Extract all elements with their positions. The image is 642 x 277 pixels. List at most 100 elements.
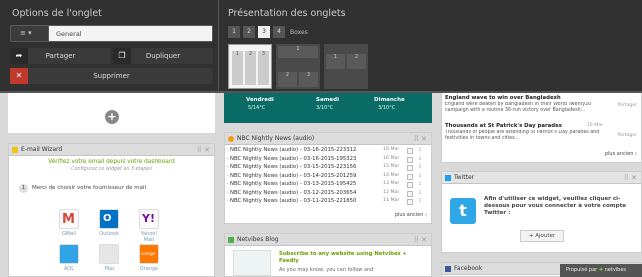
nbc-item-title[interactable]: NBC Nightly News (audio) - 03-14-2015-20… <box>230 173 356 179</box>
weather-day-1: Vendredi <box>246 97 274 103</box>
column-count-3[interactable]: 3 <box>258 26 270 38</box>
download-icon[interactable]: ⇩ <box>418 164 422 170</box>
widget-controls[interactable]: ⠿ ✕ <box>414 234 427 246</box>
play-icon[interactable] <box>407 156 413 163</box>
nbc-list: • NBC Nightly News (audio) - 03-16-2015-2… <box>225 147 431 209</box>
widget-controls[interactable]: ⠿ ✕ <box>414 133 427 145</box>
weather-day-3: Dimanche <box>374 97 405 103</box>
orange-option[interactable]: orange Orange <box>139 244 159 272</box>
news-item-2-date: 16 Mar <box>587 123 603 128</box>
column-count-1[interactable]: 1 <box>228 26 240 38</box>
duplicate-icon: ❐ <box>113 48 131 64</box>
nbc-item-date: 14 Mar <box>383 172 400 178</box>
twitter-widget: Twitter ⠿ ✕ t Afin d'utiliser ce widget,… <box>441 171 642 253</box>
bullet-icon: • <box>226 198 229 204</box>
news-item-2-share[interactable]: Partager <box>617 133 637 138</box>
news-item-1-share[interactable]: Partager <box>617 103 637 108</box>
play-icon[interactable] <box>407 182 413 188</box>
layout-option-header[interactable]: 1 2 3 <box>276 44 320 89</box>
tab-options-overlay: Options de l'onglet Présentation des ong… <box>0 0 642 93</box>
nbc-item-title[interactable]: NBC Nightly News (audio) - 03-16-2015-22… <box>230 147 356 153</box>
duplicate-button[interactable]: ❐ Dupliquer <box>113 48 213 64</box>
yahoo-icon: Y! <box>139 209 159 229</box>
twitter-connect-text: Afin d'utiliser ce widget, veuillez cliq… <box>484 196 627 216</box>
outlook-option[interactable]: O Outlook <box>99 209 119 237</box>
column-count-4[interactable]: 4 <box>273 26 285 38</box>
tab-icon-selector[interactable]: ≡ ▾ <box>11 26 49 41</box>
tab-options-title: Options de l'onglet <box>12 8 102 19</box>
news-widget: England wave to win over Bangladesh Engl… <box>441 93 642 163</box>
mac-option[interactable]: .Mac <box>99 244 119 272</box>
delete-button[interactable]: ✕ Supprimer <box>10 68 213 84</box>
play-icon[interactable] <box>407 148 413 154</box>
weather-temp-2: 3/10°C <box>316 105 334 111</box>
share-icon: ➦ <box>10 48 28 64</box>
nbc-item-title[interactable]: NBC Nightly News (audio) - 03-13-2015-19… <box>230 181 356 187</box>
download-icon[interactable]: ⇩ <box>418 198 422 204</box>
blog-link-2[interactable]: Feedly <box>279 258 299 264</box>
nbc-item-date: 15 Mar <box>383 164 400 169</box>
widget-title: Netvibes Blog <box>237 236 279 243</box>
email-wizard-header[interactable]: E-mail Wizard ⠿ ✕ <box>9 144 214 156</box>
nbc-item[interactable]: • NBC Nightly News (audio) - 03-11-2015-2… <box>225 198 431 208</box>
widget-controls[interactable]: ⠿ ✕ <box>624 172 637 184</box>
layout-option-split[interactable]: 1 2 <box>324 44 368 89</box>
download-icon[interactable]: ⇩ <box>418 173 422 179</box>
tab-name-input[interactable] <box>49 26 212 41</box>
email-subtext: Configurez ce widget en 3 étapes <box>71 167 152 172</box>
netvibes-icon <box>228 237 234 243</box>
nbc-item-title[interactable]: NBC Nightly News (audio) - 03-16-2015-19… <box>230 156 356 162</box>
weather-temp-1: 5/14°C <box>248 105 266 111</box>
nbc-item-date: 11 Mar <box>383 198 400 203</box>
nbc-item-date: 16 Mar <box>383 155 400 161</box>
bullet-icon: • <box>226 172 229 179</box>
rss-icon <box>228 136 234 142</box>
play-icon[interactable] <box>407 165 413 171</box>
nbc-more-link[interactable]: plus ancien › <box>395 212 427 218</box>
netvibes-blog-widget: Netvibes Blog ⠿ ✕ Subscribe to any websi… <box>224 233 432 277</box>
tab-name-field: ≡ ▾ <box>10 25 213 42</box>
gmail-option[interactable]: M GMail <box>59 209 79 237</box>
download-icon[interactable]: ⇩ <box>418 156 422 162</box>
news-item-1-title[interactable]: England wave to win over Bangladesh <box>445 95 561 101</box>
nbc-item-title[interactable]: NBC Nightly News (audio) - 03-15-2015-22… <box>230 164 356 170</box>
orange-icon: orange <box>139 244 159 264</box>
yahoo-option[interactable]: Y! Yahoo! Mail <box>139 209 159 243</box>
nbc-header[interactable]: NBC Nightly News (audio) ⠿ ✕ <box>225 133 431 145</box>
widget-title: Facebook <box>454 265 483 272</box>
weather-temp-3: 3/10°C <box>378 105 396 111</box>
blog-link-1[interactable]: Subscribe to any website using Netvibes … <box>279 251 407 257</box>
download-icon[interactable]: ⇩ <box>418 181 422 187</box>
bullet-icon: • <box>226 189 229 196</box>
powered-by-badge[interactable]: Propulsé par ✚ netvibes <box>560 264 642 277</box>
bullet-icon: • <box>226 164 229 170</box>
twitter-logo-icon: t <box>450 198 476 224</box>
weather-day-2: Samedi <box>316 97 339 103</box>
download-icon[interactable]: ⇩ <box>418 190 422 196</box>
overlay-divider <box>218 0 219 93</box>
download-icon[interactable]: ⇩ <box>418 147 422 153</box>
nbc-item-title[interactable]: NBC Nightly News (audio) - 03-12-2015-20… <box>230 190 356 196</box>
play-icon[interactable] <box>407 190 413 197</box>
outlook-icon: O <box>99 209 119 229</box>
news-item-2-title[interactable]: Thousands at St Patrick's Day parades <box>445 123 562 129</box>
news-more-link[interactable]: plus ancien › <box>605 151 637 157</box>
twitter-add-button[interactable]: + Ajouter <box>520 230 564 242</box>
play-icon[interactable] <box>407 173 413 180</box>
widget-controls[interactable]: ⠿ ✕ <box>197 144 210 156</box>
layout-option-columns[interactable]: 1 2 3 <box>228 44 272 89</box>
play-icon[interactable] <box>407 199 413 205</box>
bullet-icon: • <box>226 181 229 187</box>
twitter-header[interactable]: Twitter ⠿ ✕ <box>442 172 641 184</box>
column-count-2[interactable]: 2 <box>243 26 255 38</box>
widget-title: Twitter <box>454 174 475 181</box>
email-icon <box>12 147 18 153</box>
email-headline: Vérifiez votre email depuis votre dashbo… <box>48 159 175 165</box>
netvibes-logo-icon: ✚ <box>598 267 604 273</box>
aol-option[interactable]: AOL <box>59 244 79 272</box>
blog-header[interactable]: Netvibes Blog ⠿ ✕ <box>225 234 431 246</box>
nbc-item-title[interactable]: NBC Nightly News (audio) - 03-11-2015-22… <box>230 198 356 204</box>
share-button[interactable]: ➦ Partager <box>10 48 111 64</box>
add-widget-icon[interactable]: + <box>105 110 119 124</box>
blog-excerpt: As you may know, you can follow and <box>279 267 374 273</box>
